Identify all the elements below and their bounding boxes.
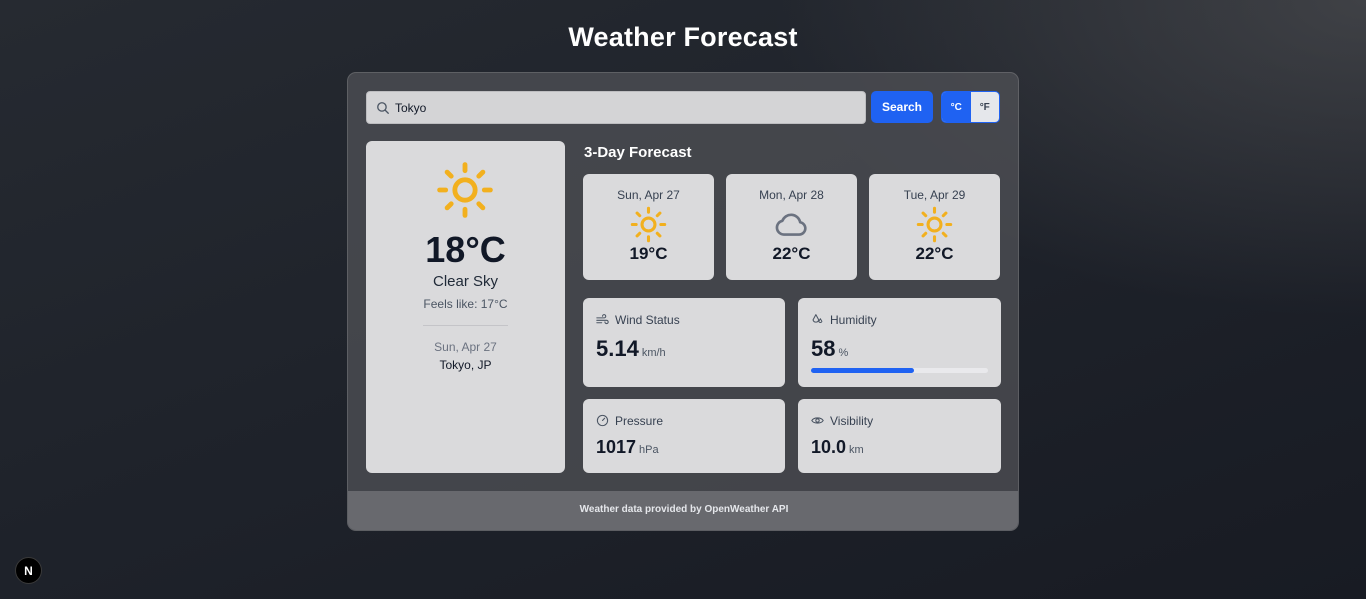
divider (423, 325, 508, 326)
cloud-icon (773, 206, 810, 243)
gauge-icon (596, 414, 609, 427)
forecast-date: Sun, Apr 27 (617, 188, 680, 202)
search-box[interactable] (366, 91, 866, 124)
search-button[interactable]: Search (871, 91, 933, 123)
wind-status-card: Wind Status 5.14 km/h (583, 298, 785, 387)
footer-attribution: Weather data provided by OpenWeather API (348, 491, 1018, 530)
weather-panel: Search °C °F 18°C Clear Sky Feels like: … (347, 72, 1019, 531)
visibility-card: Visibility 10.0 km (798, 399, 1001, 473)
pressure-unit: hPa (639, 444, 659, 456)
wind-icon (596, 314, 609, 325)
forecast-temp: 22°C (772, 244, 811, 263)
current-location: Tokyo, JP (439, 358, 492, 372)
humidity-value: 58% (811, 336, 848, 362)
visibility-unit: km (849, 444, 864, 456)
forecast-date: Mon, Apr 28 (759, 188, 824, 202)
search-row: Search °C °F (366, 91, 1000, 124)
stat-label: Pressure (615, 414, 664, 428)
humidity-number: 58 (811, 336, 836, 361)
pressure-number: 1017 (596, 437, 637, 457)
current-date: Sun, Apr 27 (434, 340, 497, 354)
fahrenheit-button[interactable]: °F (971, 92, 1000, 122)
forecast-date: Tue, Apr 29 (903, 188, 966, 202)
celsius-button[interactable]: °C (942, 92, 971, 122)
sun-icon (916, 206, 953, 243)
forecast-title: 3-Day Forecast (584, 144, 692, 161)
wind-number: 5.14 (596, 336, 639, 361)
stat-label: Humidity (830, 313, 877, 327)
pressure-value: 1017 hPa (596, 437, 659, 458)
sun-icon (630, 206, 667, 243)
stat-label: Wind Status (615, 313, 680, 327)
search-input[interactable] (395, 92, 855, 123)
page-title: Weather Forecast (568, 22, 798, 52)
pressure-card: Pressure 1017 hPa (583, 399, 785, 473)
wind-value: 5.14 km/h (596, 336, 666, 362)
forecast-card: Sun, Apr 27 19°C (583, 174, 714, 280)
current-condition: Clear Sky (432, 273, 499, 290)
stat-label: Visibility (830, 414, 874, 428)
humidity-bar-fill (811, 368, 914, 373)
feels-like: Feels like: 17°C (423, 297, 508, 311)
eye-icon (811, 417, 824, 424)
current-temperature: 18°C (425, 229, 506, 270)
wind-unit: km/h (641, 347, 666, 359)
sun-icon (436, 161, 494, 219)
visibility-number: 10.0 (811, 437, 847, 457)
current-weather-card: 18°C Clear Sky Feels like: 17°C Sun, Apr… (366, 141, 565, 473)
visibility-value: 10.0 km (811, 437, 864, 458)
humidity-card: Humidity 58% (798, 298, 1001, 387)
humidity-bar (811, 368, 988, 373)
forecast-temp: 19°C (629, 244, 668, 263)
humidity-unit: % (838, 347, 849, 359)
unit-toggle: °C °F (941, 91, 1000, 123)
forecast-card: Tue, Apr 29 22°C (869, 174, 1000, 280)
forecast-card: Mon, Apr 28 22°C (726, 174, 857, 280)
dev-tools-badge[interactable]: N (15, 557, 42, 584)
forecast-temp: 22°C (915, 244, 954, 263)
droplet-icon (812, 314, 823, 323)
search-icon (377, 102, 389, 114)
